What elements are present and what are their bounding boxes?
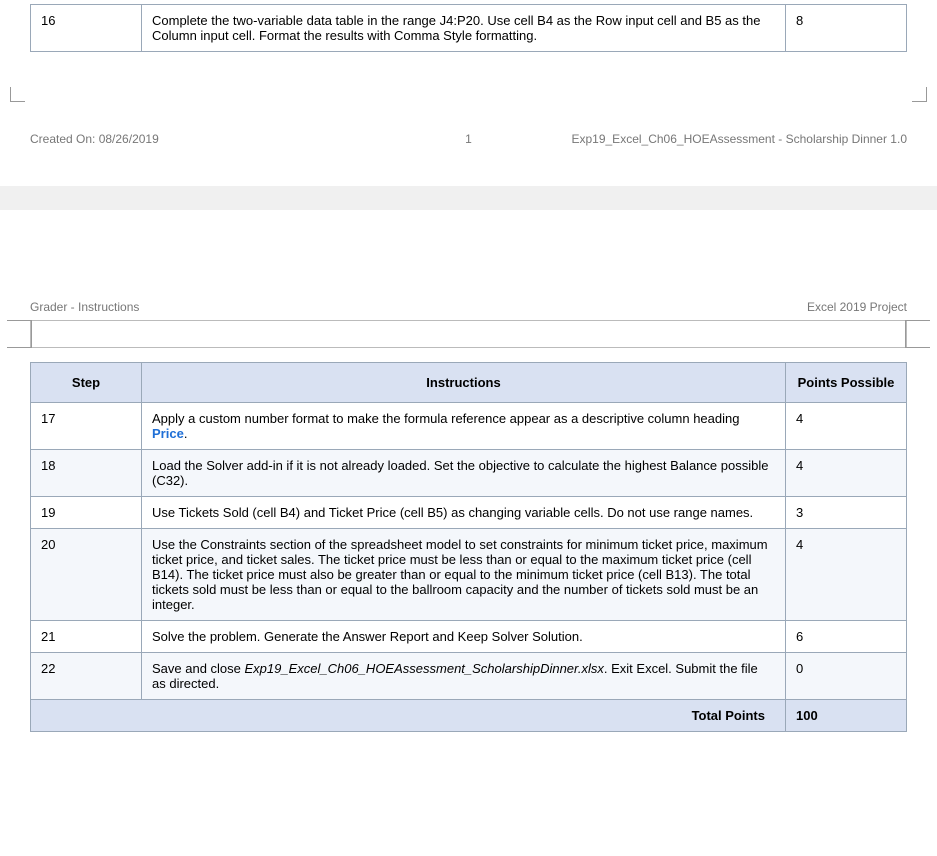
table-row: 19 Use Tickets Sold (cell B4) and Ticket… [31, 497, 907, 529]
table-row: 21 Solve the problem. Generate the Answe… [31, 621, 907, 653]
instructions-table-page1: 16 Complete the two-variable data table … [30, 4, 907, 52]
table-row: 16 Complete the two-variable data table … [31, 5, 907, 52]
footer-created: Created On: 08/26/2019 [30, 132, 159, 146]
instruction-text: Apply a custom number format to make the… [152, 411, 739, 426]
step-cell: 22 [31, 653, 142, 700]
table-row: 18 Load the Solver add-in if it is not a… [31, 450, 907, 497]
table-row: 17 Apply a custom number format to make … [31, 403, 907, 450]
instruction-text: . [184, 426, 188, 441]
page-footer: Created On: 08/26/2019 1 Exp19_Excel_Ch0… [30, 132, 907, 146]
header-rule-box [30, 320, 907, 348]
col-header-points: Points Possible [786, 363, 907, 403]
col-header-instructions: Instructions [142, 363, 786, 403]
instruction-cell: Load the Solver add-in if it is not alre… [142, 450, 786, 497]
header-left: Grader - Instructions [30, 300, 139, 314]
page-separator [0, 186, 937, 210]
header-right: Excel 2019 Project [807, 300, 907, 314]
instruction-cell: Complete the two-variable data table in … [142, 5, 786, 52]
step-cell: 20 [31, 529, 142, 621]
page-header: Grader - Instructions Excel 2019 Project [30, 300, 907, 314]
total-value: 100 [786, 700, 907, 732]
points-cell: 8 [786, 5, 907, 52]
instruction-cell: Use Tickets Sold (cell B4) and Ticket Pr… [142, 497, 786, 529]
instruction-cell: Use the Constraints section of the sprea… [142, 529, 786, 621]
instruction-italic: Exp19_Excel_Ch06_HOEAssessment_Scholarsh… [245, 661, 604, 676]
points-cell: 4 [786, 450, 907, 497]
instruction-text: Save and close [152, 661, 245, 676]
crop-marks [30, 82, 907, 102]
instruction-cell: Apply a custom number format to make the… [142, 403, 786, 450]
table-row: 20 Use the Constraints section of the sp… [31, 529, 907, 621]
col-header-step: Step [31, 363, 142, 403]
table-total-row: Total Points 100 [31, 700, 907, 732]
points-cell: 0 [786, 653, 907, 700]
footer-title: Exp19_Excel_Ch06_HOEAssessment - Scholar… [571, 132, 907, 146]
instruction-bold: Price [152, 426, 184, 441]
total-label: Total Points [31, 700, 786, 732]
points-cell: 4 [786, 529, 907, 621]
step-cell: 18 [31, 450, 142, 497]
points-cell: 4 [786, 403, 907, 450]
instructions-table-page2: Step Instructions Points Possible 17 App… [30, 362, 907, 732]
step-cell: 16 [31, 5, 142, 52]
table-row: 22 Save and close Exp19_Excel_Ch06_HOEAs… [31, 653, 907, 700]
table-header-row: Step Instructions Points Possible [31, 363, 907, 403]
points-cell: 6 [786, 621, 907, 653]
step-cell: 17 [31, 403, 142, 450]
instruction-cell: Solve the problem. Generate the Answer R… [142, 621, 786, 653]
instruction-cell: Save and close Exp19_Excel_Ch06_HOEAsses… [142, 653, 786, 700]
points-cell: 3 [786, 497, 907, 529]
footer-page-number: 1 [465, 132, 472, 146]
step-cell: 19 [31, 497, 142, 529]
step-cell: 21 [31, 621, 142, 653]
